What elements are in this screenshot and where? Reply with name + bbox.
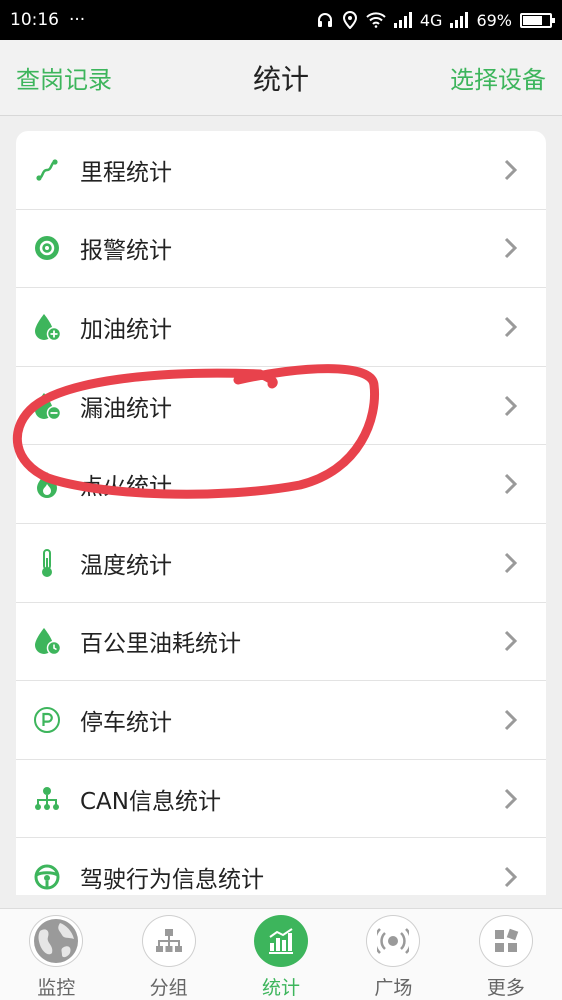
list-item-label: CAN信息统计 [80,788,221,815]
headphones-icon [317,13,332,27]
chevron-right-icon [504,631,518,652]
check-record-link[interactable]: 查岗记录 [16,60,112,95]
list-item-label: 驾驶行为信息统计 [80,867,264,894]
ignition-icon [32,469,62,499]
refuel-icon [32,312,62,342]
network-type: 4G [419,10,443,30]
select-device-link[interactable]: 选择设备 [450,60,546,95]
route-icon [32,155,62,185]
bar-chart-icon [254,915,309,967]
status-bar: 10:16 ··· 4G 69% [0,0,562,40]
nav-label: 监控 [37,977,76,999]
steering-wheel-icon [32,862,62,892]
nav-item-plaza[interactable]: 广场 [337,909,449,1000]
list-item-mileage[interactable]: 里程统计 [16,131,546,210]
nav-item-more[interactable]: 更多 [450,909,562,1000]
list-item-label: 停车统计 [80,709,172,736]
page-title: 统计 [252,62,310,96]
list-item-label: 漏油统计 [80,395,172,422]
list-item-alarm[interactable]: 报警统计 [16,210,546,289]
status-time: 10:16 [10,10,59,30]
list-item-ignition[interactable]: 点火统计 [16,445,546,524]
list-item-label: 温度统计 [80,552,172,579]
wifi-icon [366,12,386,28]
signal-icon [393,12,412,28]
chevron-right-icon [504,474,518,495]
header: 查岗记录 统计 选择设备 [0,40,562,116]
broadcast-icon [366,915,421,967]
list-item-oil-leak[interactable]: 漏油统计 [16,367,546,446]
list-item-label: 报警统计 [80,238,172,265]
chevron-right-icon [504,788,518,809]
grid-icon [478,915,533,967]
globe-icon [29,915,84,967]
status-more-dots: ··· [69,10,86,30]
battery-percent: 69% [476,10,512,30]
list-item-driving-behavior[interactable]: 驾驶行为信息统计 [16,838,546,895]
bottom-nav: 监控 分组 统计 广场 更多 [0,908,562,1000]
list-item-fuel-consumption[interactable]: 百公里油耗统计 [16,603,546,682]
list-item-label: 百公里油耗统计 [80,631,241,658]
chevron-right-icon [504,552,518,573]
org-chart-icon [141,915,196,967]
nav-label: 广场 [374,977,413,999]
chevron-right-icon [504,709,518,731]
list-item-can-info[interactable]: CAN信息统计 [16,760,546,839]
parking-icon [32,705,62,735]
thermometer-icon [32,548,62,578]
nav-label: 统计 [262,977,301,999]
battery-icon [520,12,555,28]
alarm-icon [32,233,62,263]
nav-item-group[interactable]: 分组 [112,909,224,1000]
location-icon [342,11,357,29]
nav-item-statistics[interactable]: 统计 [225,909,337,1000]
list-item-parking[interactable]: 停车统计 [16,681,546,760]
list-item-refuel[interactable]: 加油统计 [16,288,546,367]
list-item-temperature[interactable]: 温度统计 [16,524,546,603]
chevron-right-icon [504,238,518,259]
list-item-label: 点火统计 [80,474,172,501]
signal-icon-2 [450,12,469,28]
nav-label: 更多 [486,977,525,999]
fuel-consumption-icon [32,626,62,656]
chevron-right-icon [504,395,518,416]
nav-label: 分组 [149,977,188,999]
nav-item-monitor[interactable]: 监控 [0,909,112,1000]
oil-leak-icon [32,391,62,421]
list-item-label: 里程统计 [80,159,172,186]
chevron-right-icon [504,867,518,888]
network-tree-icon [32,784,62,814]
chevron-right-icon [504,316,518,338]
chevron-right-icon [504,159,518,180]
statistics-list: 里程统计 报警统计 加油统计 漏油统计 点火统计 温度统计 百公里油耗统计 停车… [16,131,546,895]
list-item-label: 加油统计 [80,316,172,343]
